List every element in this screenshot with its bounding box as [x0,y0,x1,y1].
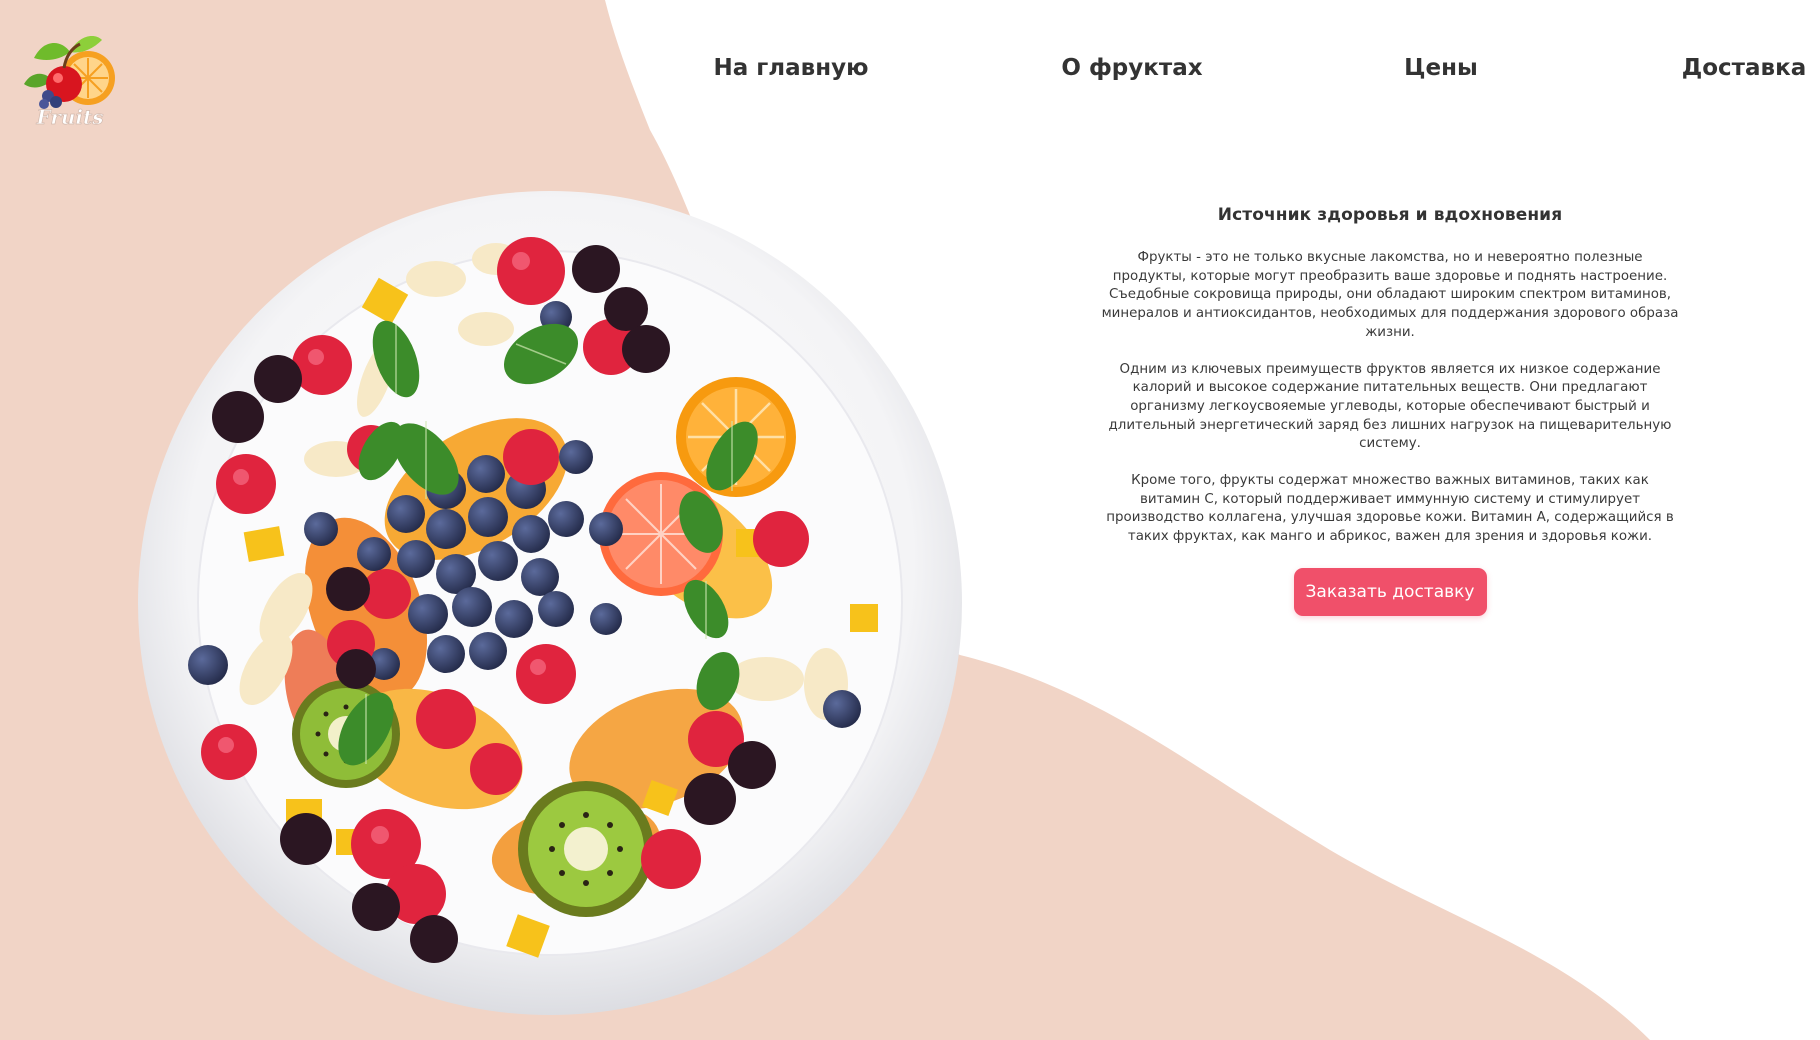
nav-item-prices[interactable]: Цены [1404,55,1478,81]
hero-paragraph-1: Фрукты - это не только вкусные лакомства… [1101,250,1679,340]
nav-item-delivery[interactable]: Доставка [1682,55,1806,81]
fruit-plate-image [136,189,964,1017]
hero-paragraph-2: Одним из ключевых преимуществ фруктов яв… [1108,361,1672,452]
order-delivery-button[interactable]: Заказать доставку [1293,567,1487,616]
hero-paragraph-3: Кроме того, фрукты содержат множество ва… [1106,473,1674,545]
main-nav: На главную О фруктах Цены Доставка [0,55,1820,95]
nav-item-home[interactable]: На главную [714,55,869,81]
hero-title: Источник здоровья и вдохновения [1217,205,1563,225]
logo-text: Fruits [35,105,103,129]
nav-item-about-fruits[interactable]: О фруктах [1061,55,1202,81]
hero-content: Источник здоровья и вдохновения Фрукты -… [1100,205,1680,616]
